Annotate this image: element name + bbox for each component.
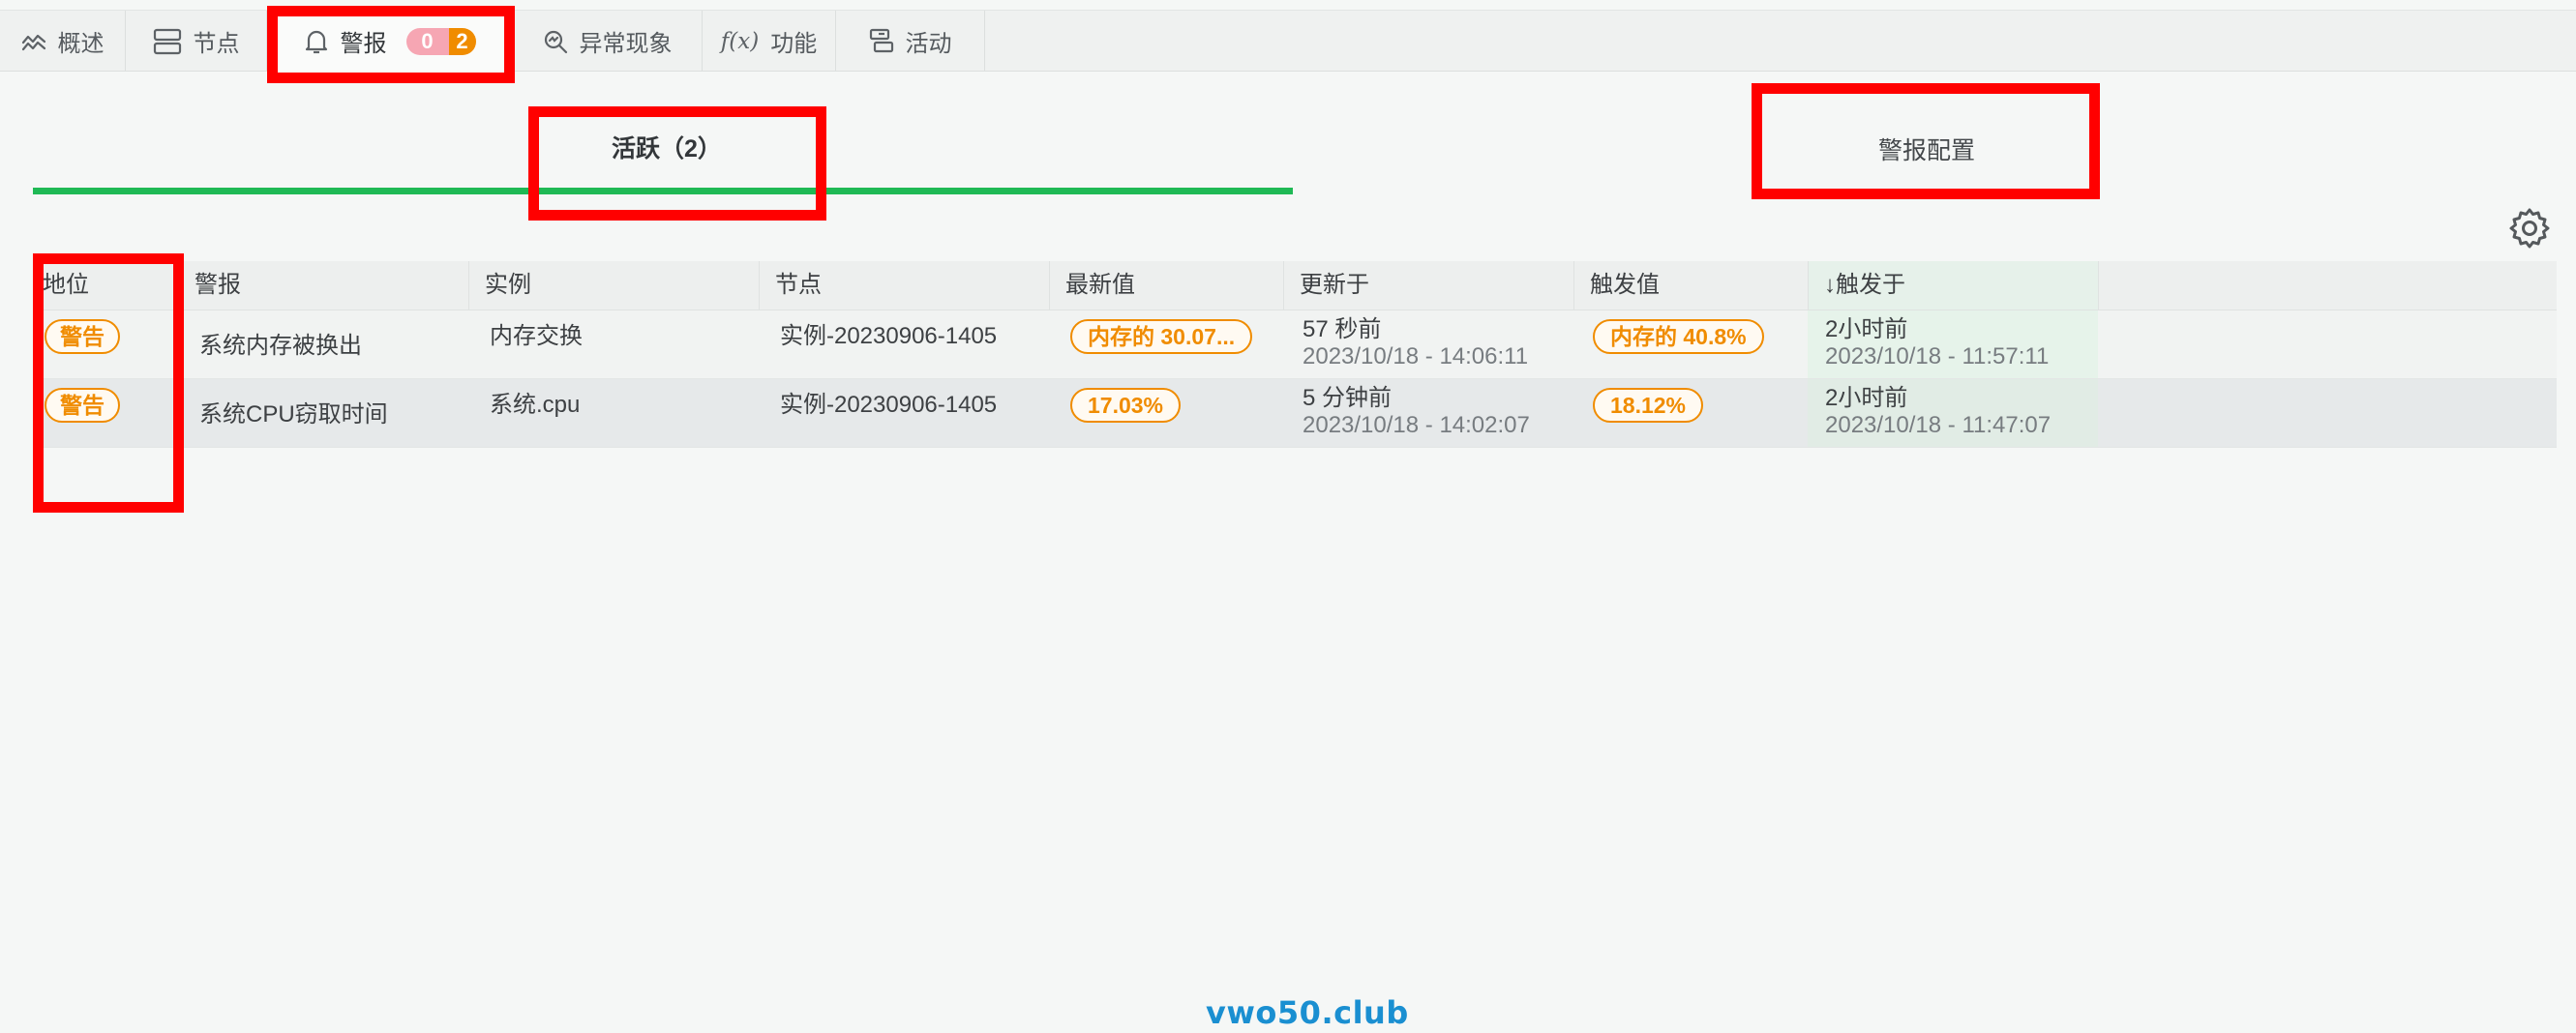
latest-value-cell: 17.03% (1070, 388, 1182, 423)
table-header: 地位 警报 实例 节点 最新值 更新于 触发值 ↓触发于 (33, 261, 2557, 310)
tab-anomalies[interactable]: 异常现象 (513, 11, 703, 72)
tab-overview[interactable]: 概述 (0, 11, 126, 72)
gear-icon[interactable] (2508, 207, 2551, 250)
tab-label: 节点 (193, 31, 240, 57)
latest-value-badge: 17.03% (1070, 388, 1182, 423)
highlight-box-active-subtab (528, 106, 826, 221)
server-icon (153, 28, 182, 55)
highlight-box-config-subtab (1752, 83, 2100, 199)
trigger-value-badge: 18.12% (1593, 388, 1704, 423)
tab-nodes[interactable]: 节点 (126, 11, 267, 72)
highlight-box-status-column (33, 253, 184, 513)
alerts-table: 地位 警报 实例 节点 最新值 更新于 触发值 ↓触发于 警告 系统内存被换出 … (33, 261, 2557, 448)
tab-label: 异常现象 (579, 31, 673, 57)
triggered-cell: 2小时前 2023/10/18 - 11:57:11 (1808, 310, 2098, 378)
column-header-trigger-value[interactable]: 触发值 (1573, 261, 1808, 310)
column-header-alert[interactable]: 警报 (178, 261, 468, 310)
updated-relative: 57 秒前 (1303, 316, 1382, 342)
triggered-relative: 2小时前 (1825, 385, 1908, 411)
instance-name: 内存交换 (490, 323, 583, 349)
table-row[interactable]: 警告 系统CPU窃取时间 系统.cpu 实例-20230906-1405 17.… (33, 379, 2557, 448)
column-header-instance[interactable]: 实例 (468, 261, 759, 310)
triggered-cell: 2小时前 2023/10/18 - 11:47:07 (1808, 379, 2098, 447)
node-name[interactable]: 实例-20230906-1405 (780, 385, 997, 453)
tab-label: 功能 (770, 31, 818, 57)
latest-value-badge: 内存的 30.07... (1070, 319, 1253, 354)
triggered-timestamp: 2023/10/18 - 11:47:07 (1825, 412, 2052, 438)
column-header-triggered-sorted[interactable]: ↓触发于 (1808, 261, 2098, 310)
column-header-updated[interactable]: 更新于 (1283, 261, 1573, 310)
updated-cell: 5 分钟前 2023/10/18 - 14:02:07 (1303, 385, 1530, 453)
updated-cell: 57 秒前 2023/10/18 - 14:06:11 (1303, 316, 1528, 384)
function-icon: f(x) (720, 28, 760, 54)
trigger-value-cell: 内存的 40.8% (1593, 319, 1764, 354)
watermark-text: vwo50.club (1206, 994, 1409, 1031)
alert-name[interactable]: 系统CPU窃取时间 (199, 395, 388, 462)
node-name[interactable]: 实例-20230906-1405 (780, 316, 997, 384)
trigger-value-cell: 18.12% (1593, 388, 1704, 423)
tab-label: 活动 (905, 31, 952, 57)
tab-activity[interactable]: 活动 (836, 11, 985, 72)
activity-log-icon (869, 28, 894, 55)
column-header-node[interactable]: 节点 (759, 261, 1049, 310)
tab-label: 概述 (57, 31, 105, 57)
column-header-filler (2098, 261, 2557, 310)
magnifier-icon (543, 29, 568, 54)
triggered-relative: 2小时前 (1825, 316, 1908, 342)
updated-timestamp: 2023/10/18 - 14:06:11 (1303, 343, 1529, 369)
highlight-box-alerts-tab (267, 6, 515, 83)
trigger-value-badge: 内存的 40.8% (1593, 319, 1764, 354)
updated-relative: 5 分钟前 (1303, 385, 1393, 411)
triggered-timestamp: 2023/10/18 - 11:57:11 (1825, 343, 2050, 369)
latest-value-cell: 内存的 30.07... (1070, 319, 1253, 354)
tab-functions[interactable]: f(x) 功能 (703, 11, 836, 72)
column-header-latest-value[interactable]: 最新值 (1049, 261, 1283, 310)
instance-name: 系统.cpu (490, 392, 581, 418)
updated-timestamp: 2023/10/18 - 14:02:07 (1303, 412, 1530, 438)
chart-line-icon (21, 31, 46, 52)
table-row[interactable]: 警告 系统内存被换出 内存交换 实例-20230906-1405 内存的 30.… (33, 310, 2557, 379)
